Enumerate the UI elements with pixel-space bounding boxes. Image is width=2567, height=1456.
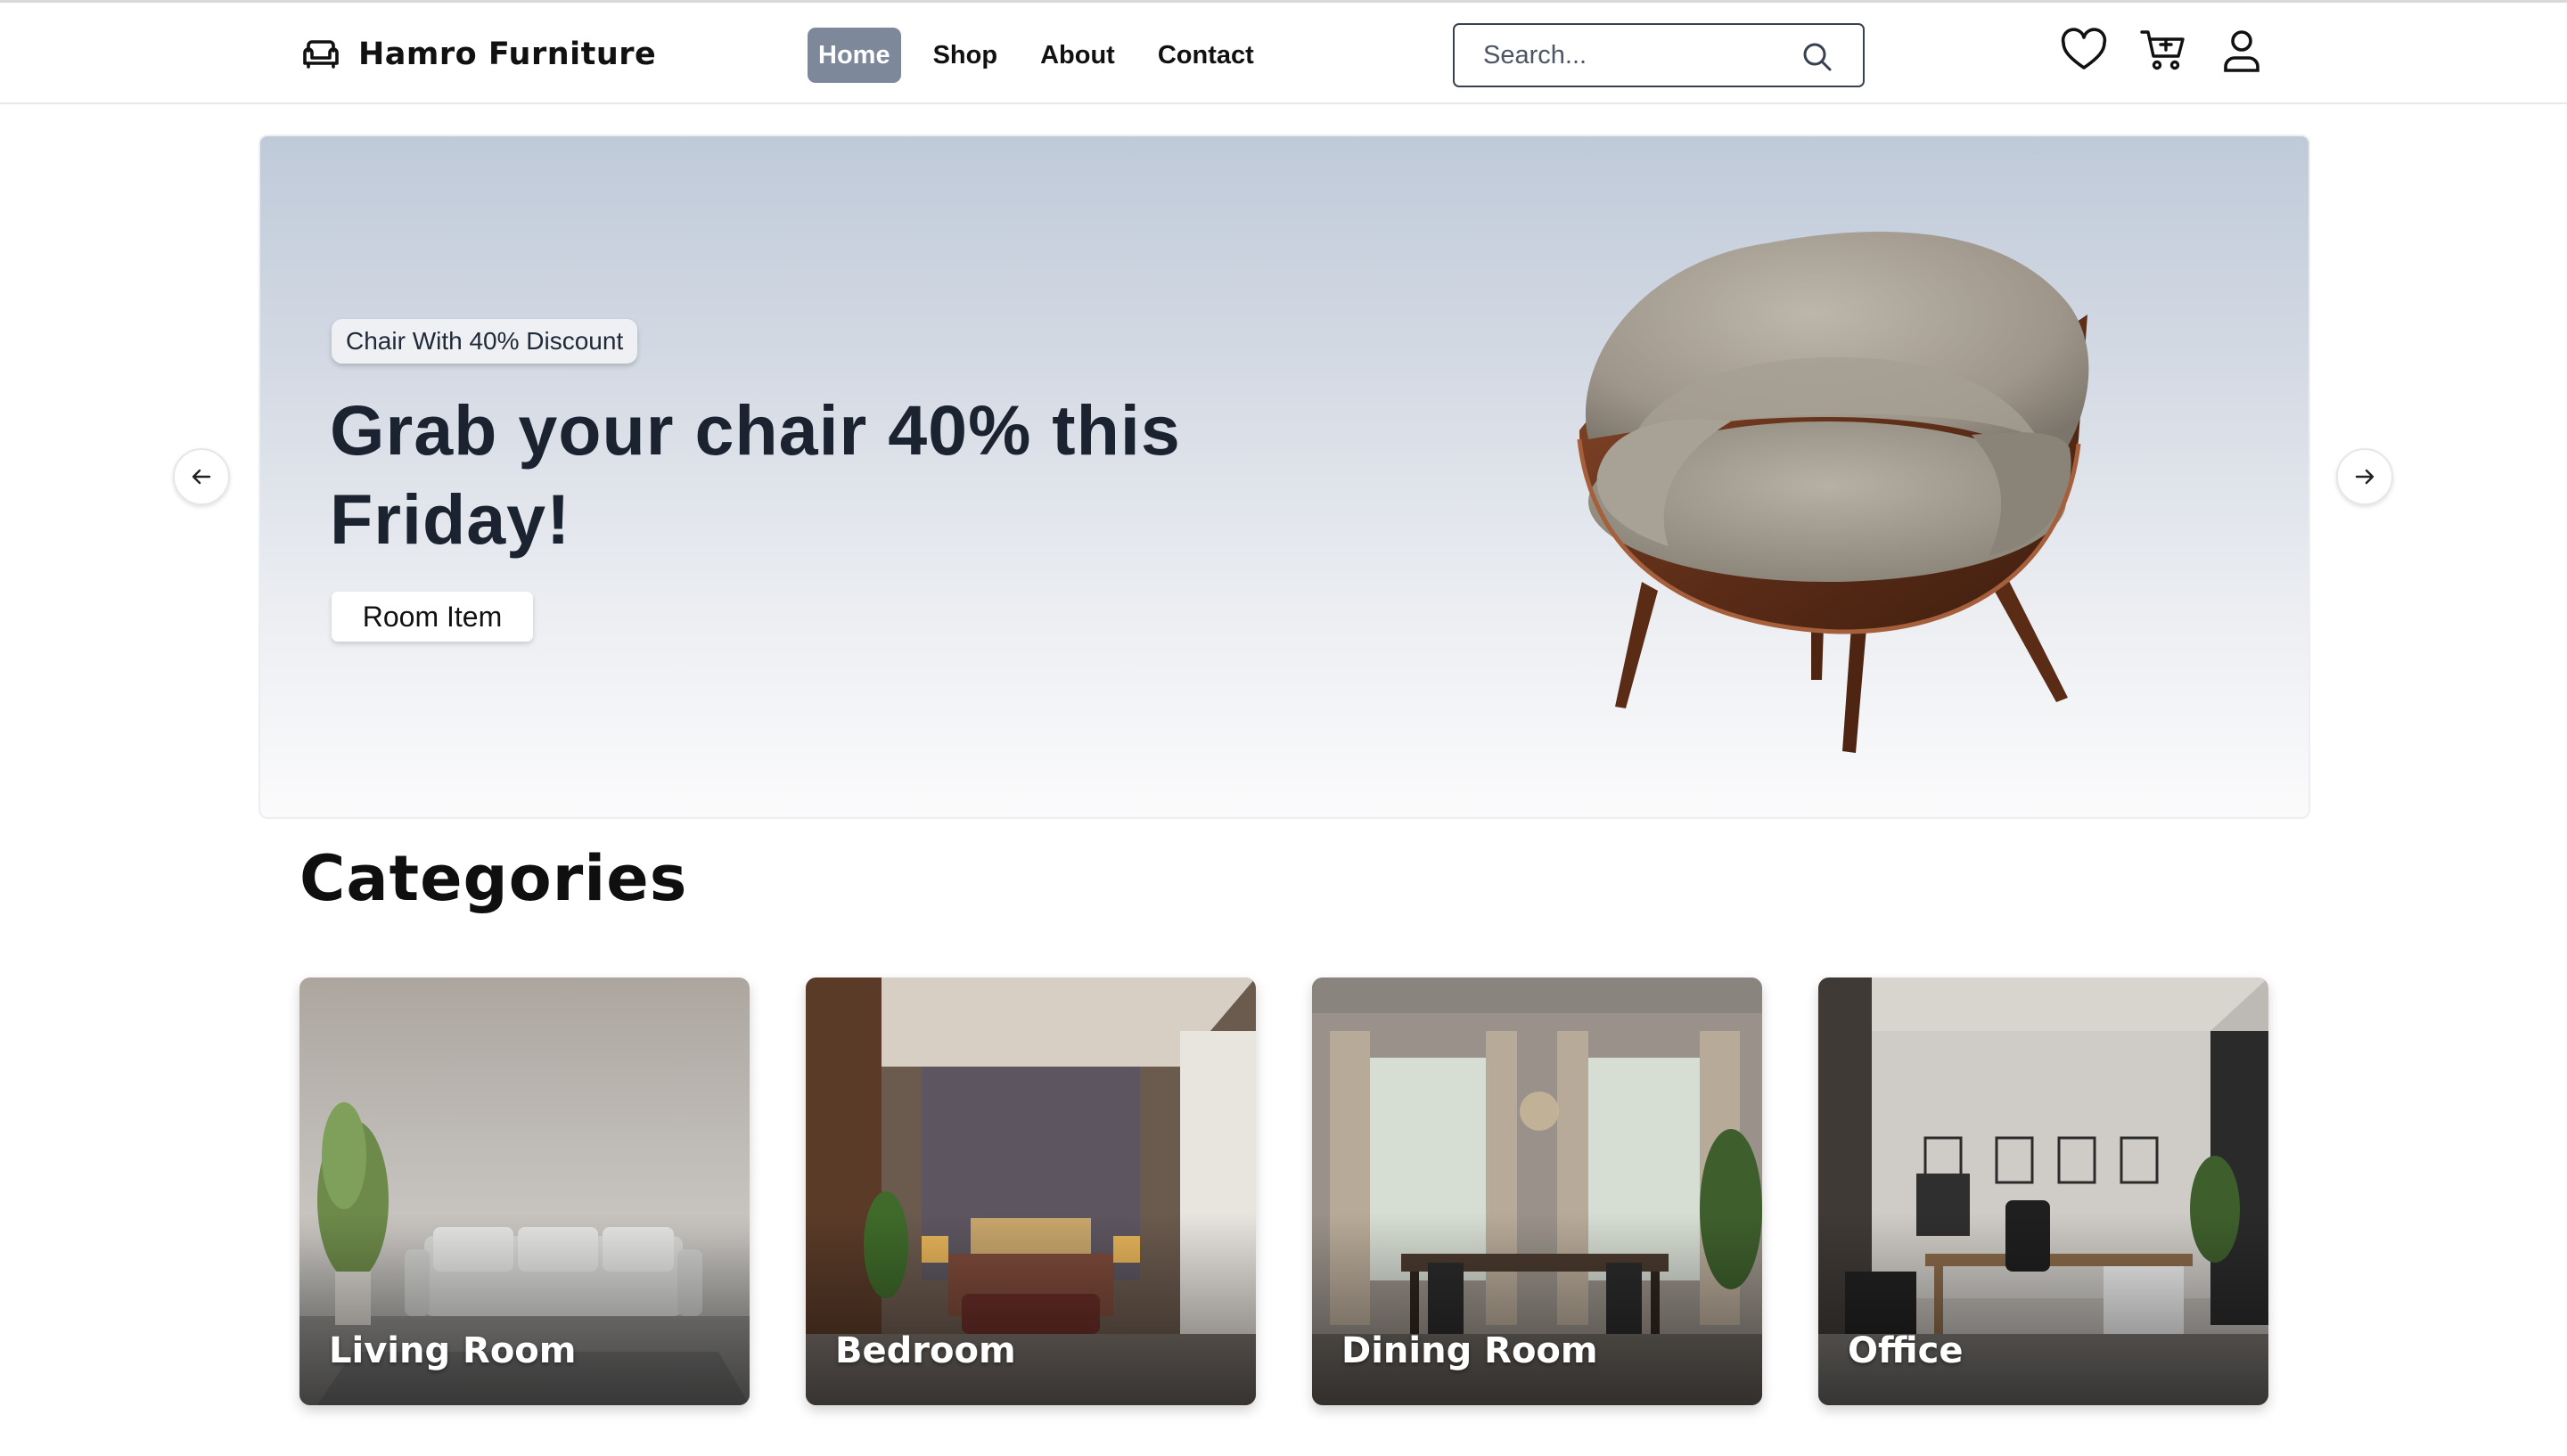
- discount-badge: Chair With 40% Discount: [332, 319, 638, 364]
- main-nav: Home Shop About Contact: [808, 27, 1286, 84]
- category-card-office[interactable]: Office: [1818, 977, 2268, 1405]
- room-item-button[interactable]: Room Item: [332, 592, 533, 642]
- heart-icon[interactable]: [2059, 26, 2109, 76]
- category-label: Living Room: [329, 1330, 577, 1371]
- sofa-icon: [303, 40, 339, 69]
- search-box: [1453, 23, 1865, 87]
- category-label: Bedroom: [835, 1330, 1016, 1371]
- hero-title: Grab your chair 40% this Friday!: [330, 390, 1181, 559]
- arrow-left-icon: [192, 469, 211, 485]
- nav-shop[interactable]: Shop: [923, 28, 1009, 83]
- arrow-right-icon: [2355, 469, 2374, 485]
- user-icon[interactable]: [2217, 26, 2267, 76]
- nav-about[interactable]: About: [1029, 28, 1126, 83]
- category-label: Dining Room: [1341, 1330, 1598, 1371]
- category-card-living-room[interactable]: Living Room: [299, 977, 750, 1405]
- carousel-next-button[interactable]: [2336, 448, 2393, 505]
- nav-home[interactable]: Home: [808, 28, 901, 83]
- category-card-dining-room[interactable]: Dining Room: [1312, 977, 1762, 1405]
- categories-heading: Categories: [299, 842, 688, 915]
- hero-banner: Chair With 40% Discount Grab your chair …: [258, 135, 2310, 819]
- search-input[interactable]: [1455, 40, 1793, 70]
- cart-plus-icon[interactable]: [2138, 26, 2188, 76]
- armchair-image: [1577, 232, 2089, 753]
- site-header: Hamro Furniture Home Shop About Contact: [0, 0, 2567, 104]
- carousel-prev-button[interactable]: [173, 448, 230, 505]
- brand-logo[interactable]: Hamro Furniture: [299, 28, 656, 81]
- search-icon[interactable]: [1800, 40, 1834, 74]
- nav-contact[interactable]: Contact: [1147, 28, 1265, 83]
- category-card-bedroom[interactable]: Bedroom: [806, 977, 1256, 1405]
- category-label: Office: [1848, 1330, 1964, 1371]
- brand-name: Hamro Furniture: [358, 37, 657, 72]
